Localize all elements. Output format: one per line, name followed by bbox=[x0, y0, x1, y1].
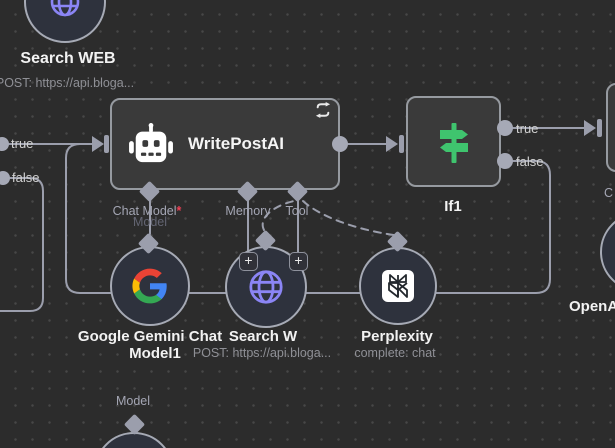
right-node-input-arrow-icon bbox=[584, 120, 596, 136]
google-g-icon bbox=[132, 268, 167, 304]
right-node-input-port[interactable] bbox=[597, 119, 602, 137]
if1-true-label: true bbox=[516, 121, 539, 136]
writepost-input-arrow-icon bbox=[92, 136, 104, 152]
robot-icon bbox=[129, 123, 173, 163]
globe-icon bbox=[50, 0, 80, 17]
node-subtitle-search-w: POST: https://api.bloga... bbox=[192, 346, 332, 360]
memory-connector-label: Memory bbox=[225, 204, 271, 218]
globe-tool-icon bbox=[249, 270, 283, 304]
node-label-search-web: Search WEB bbox=[20, 50, 116, 67]
bottom-model-connector-label: Model bbox=[115, 394, 151, 408]
right-node-connector-label: C bbox=[604, 186, 614, 200]
edge-incoming-false bbox=[0, 177, 44, 312]
node-label-writepostai: WritePostAI bbox=[188, 134, 285, 153]
node-subtitle-search-web: POST: https://api.bloga... bbox=[0, 76, 135, 90]
memory-add-button[interactable]: + bbox=[239, 252, 258, 271]
if-signpost-icon bbox=[440, 123, 468, 163]
workflow-canvas[interactable]: Search WEB POST: https://api.bloga... tr… bbox=[0, 0, 615, 448]
node-label-perplexity: Perplexity bbox=[361, 328, 433, 345]
required-asterisk: * bbox=[176, 204, 182, 218]
if1-true-output-port[interactable] bbox=[497, 120, 513, 136]
node-label-if1: If1 bbox=[444, 198, 462, 215]
if1-false-output-port[interactable] bbox=[497, 153, 513, 169]
tool-add-button[interactable]: + bbox=[289, 252, 308, 271]
node-right-partial[interactable] bbox=[606, 83, 615, 172]
refresh-icon[interactable] bbox=[314, 102, 332, 118]
edge-perplexity-tool-dashed bbox=[302, 200, 395, 236]
incoming-true-label: true bbox=[11, 136, 34, 151]
if1-input-port[interactable] bbox=[399, 135, 404, 153]
node-label-gemini-line1: Google Gemini Chat bbox=[77, 328, 223, 345]
incoming-false-label: false bbox=[12, 170, 40, 185]
node-label-gemini-line2: Model1 bbox=[129, 345, 181, 362]
if1-input-arrow-icon bbox=[386, 136, 398, 152]
writepost-output-port[interactable] bbox=[332, 136, 348, 152]
chat-model-sub-label: Model bbox=[132, 215, 168, 229]
node-subtitle-perplexity: complete: chat bbox=[354, 346, 436, 360]
tool-connector-label: Tool bbox=[285, 204, 309, 218]
writepost-input-port[interactable] bbox=[104, 135, 109, 153]
node-label-search-w: Search W bbox=[228, 328, 298, 345]
perplexity-icon bbox=[382, 270, 414, 302]
if1-false-label: false bbox=[516, 154, 544, 169]
node-label-openai: OpenA bbox=[569, 298, 615, 315]
